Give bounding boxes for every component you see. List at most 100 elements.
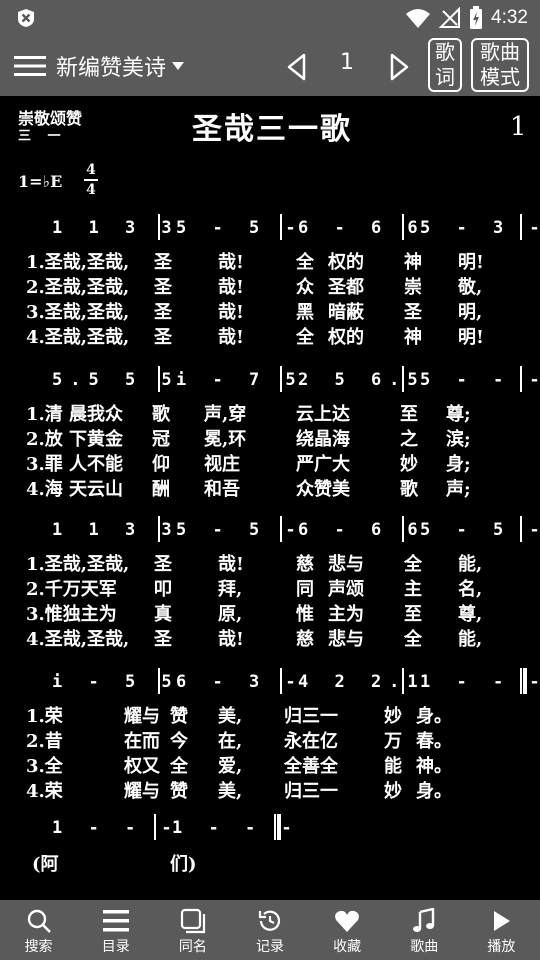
lyric-syllable: 身; [446,454,471,475]
lyric-syllable: 慈 [296,554,314,575]
lyric-syllable: 1.荣 [26,706,63,727]
lyric-syllable: 明! [458,327,484,348]
status-bar: 4:32 [0,0,540,36]
app-close-badge-icon [18,9,34,27]
lyric-syllable: 崇 [404,277,422,298]
measure: 1 1 3 3 [52,520,180,540]
measure: 2 5 6.5 [298,370,426,390]
lyric-syllable: 妙 [384,781,402,802]
lyric-syllable: 尊, [458,604,483,625]
lyric-syllable: 哉! [218,277,244,298]
lyric-syllable: 在而 [124,731,160,752]
play-icon [494,911,511,931]
tab-songs[interactable]: 歌曲 [386,900,463,960]
lyric-syllable: 今 [170,731,188,752]
lyric-syllable: 众 [296,277,314,298]
lyrics-line: 1.圣哉,圣哉, 圣 哉! 全权的 神 明! [26,248,506,273]
lyric-syllable: 拜, [218,579,243,600]
measure: 5 - - - [420,370,540,390]
lyrics-button[interactable]: 歌词 [428,38,462,92]
barline [154,814,156,840]
notation-line: i - 5 56 - 3 -4 2 2.1 1 - - - [0,668,540,696]
lyric-syllable: 权的 [328,327,364,348]
lyric-syllable: 主为 [328,604,364,625]
lyrics-line: 2.千万天军 叩 拜, 同声颂 主 名, [26,575,506,600]
lyric-syllable: 1.圣哉,圣哉, [26,252,130,273]
tab-same-name[interactable]: 同名 [154,900,231,960]
lyric-syllable: 赞 [170,781,188,802]
lyric-syllable: 圣 [404,302,422,323]
signal-off-icon [439,7,461,28]
lyric-syllable: 众赞美 [296,479,350,500]
measure: 6 - 6 6 [298,520,426,540]
lyric-syllable: 歌 [400,479,418,500]
lyric-syllable: 明! [458,252,484,273]
measure: 5 - 5 - [176,218,304,238]
tab-favorites[interactable]: 收藏 [309,900,386,960]
lyric-syllable: 原, [218,604,243,625]
lyric-syllable: 冠 [152,429,170,450]
lyric-syllable: 1.圣哉,圣哉, [26,554,130,575]
lyrics-line: 4.荣 耀与赞 美, 归三一 妙身。 [26,777,506,802]
lyric-syllable: 全 [404,554,422,575]
lyric-syllable: 能 [384,756,402,777]
notation-line: 1 1 3 35 - 5 -6 - 6 65 - 3 - [0,214,540,242]
copy-icon [180,908,205,934]
barline [520,516,522,542]
barline [520,214,522,240]
lyric-syllable: 尊; [446,404,471,425]
lyric-syllable: 悲与 [328,554,364,575]
key-signature: 1=♭E [18,172,63,191]
lyric-syllable: 能, [458,554,483,575]
notation-line: 5.5 5 5i - 7 52 5 6.5 5 - - - [0,366,540,394]
hymnal-selector[interactable]: 新编赞美诗 [56,50,185,82]
lyric-syllable: 视庄 [204,454,240,475]
lyric-syllable: 耀与 [124,781,160,802]
music-note-icon [413,908,435,932]
lyric-syllable: 叩 [154,579,172,600]
song-mode-button[interactable]: 歌曲模式 [471,38,529,92]
lyric-syllable: 圣 [154,554,172,575]
wifi-icon [406,9,431,28]
lyric-syllable: 仰 [152,454,170,475]
lyric-syllable: 1.清 晨我众 [26,404,124,425]
barline [158,366,160,392]
lyrics-line: 3.圣哉,圣哉, 圣 哉! 黑暗蔽 圣 明, [26,298,506,323]
lyric-syllable: 爱, [218,756,243,777]
barline [402,516,404,542]
lyrics-line: 1.荣 耀与赞 美, 归三一 妙身。 [26,702,506,727]
lyrics-line: 2.圣哉,圣哉, 圣 哉! 众圣都 崇 敬, [26,273,506,298]
lyric-syllable: 春。 [416,731,452,752]
lyric-syllable: 敬, [458,277,483,298]
lyric-syllable: 至 [400,404,418,425]
lyric-syllable: 妙 [400,454,418,475]
hamburger-menu-icon[interactable] [14,52,46,80]
battery-charging-icon [470,6,483,29]
barline [402,668,404,694]
lyric-syllable: 4.荣 [26,781,63,802]
tab-history[interactable]: 记录 [231,900,308,960]
measure: i - 5 5 [52,672,180,692]
tab-search[interactable]: 搜索 [0,900,77,960]
lyric-syllable: 2.圣哉,圣哉, [26,277,130,298]
lyrics-line: 4.圣哉,圣哉, 圣 哉! 慈悲与 全 能, [26,625,506,650]
sheet-music[interactable]: 崇敬颂赞 三 一 圣哉三一歌 1 1=♭E 4 4 1 1 3 35 - 5 -… [0,96,540,900]
lyrics-line: 2.昔 在而今 在, 永在亿 万春。 [26,727,506,752]
previous-page-icon[interactable] [284,52,310,82]
next-page-icon[interactable] [386,52,412,82]
lyric-syllable: 同 [296,579,314,600]
lyric-syllable: 圣 [154,327,172,348]
lyric-syllable: 圣都 [328,277,364,298]
lyric-syllable: 圣 [154,302,172,323]
barline [280,214,282,240]
barline [402,214,404,240]
lyric-syllable: 圣 [154,252,172,273]
final-barline [520,668,527,694]
tab-play[interactable]: 播放 [463,900,540,960]
measure: 1 1 3 3 [52,218,180,238]
barline [402,366,404,392]
lyric-syllable: 圣 [154,277,172,298]
tab-catalog[interactable]: 目录 [77,900,154,960]
time-signature: 4 4 [84,162,98,198]
lyric-syllable: 圣 [154,629,172,650]
